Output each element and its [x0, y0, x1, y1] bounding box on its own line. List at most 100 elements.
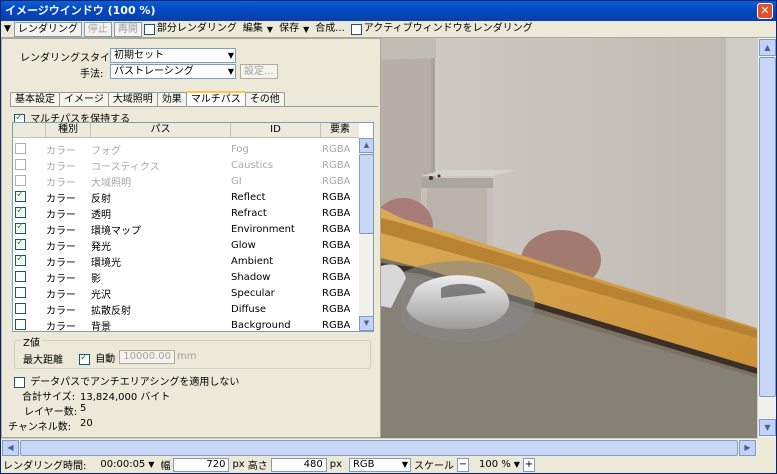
method-dropdown-icon: ▼ — [227, 67, 234, 76]
partial-render-checkbox[interactable] — [143, 23, 155, 35]
row-checkbox[interactable] — [15, 271, 26, 283]
settings-button[interactable]: 設定... — [240, 64, 278, 79]
method-select[interactable]: パストレーシング ▼ — [110, 64, 236, 79]
settings-tabs: 基本設定 イメージ 大域照明 効果 マルチパス その他 — [10, 91, 285, 107]
width-unit: px — [232, 459, 245, 470]
style-select[interactable]: 初期セット ▼ — [110, 48, 236, 63]
scroll-right-button[interactable]: ▶ — [739, 440, 756, 456]
color-mode-select[interactable]: RGB ▼ — [348, 457, 411, 472]
edit-dropdown-icon[interactable]: ▼ — [267, 25, 273, 34]
row-pass: コースティクス — [91, 161, 160, 173]
edit-menu[interactable]: 編集 — [240, 21, 266, 37]
scroll-right-icon: ▶ — [744, 443, 751, 452]
row-type: カラー — [46, 209, 76, 221]
row-checkbox[interactable] — [15, 189, 26, 203]
compose-button[interactable]: 合成... — [312, 21, 348, 37]
row-element: RGBA — [322, 191, 351, 203]
zoom-dropdown-icon[interactable]: ▼ — [514, 460, 520, 469]
table-row[interactable]: カラー フォグ Fog RGBA — [13, 141, 359, 157]
width-input[interactable]: 720 — [173, 457, 230, 472]
table-row[interactable]: カラー 拡散反射 Diffuse RGBA — [13, 301, 359, 317]
row-checkbox[interactable] — [15, 253, 26, 267]
auto-checkbox[interactable] — [79, 352, 90, 365]
row-checkbox[interactable] — [15, 303, 26, 315]
channels-label: チャンネル数: — [8, 422, 72, 433]
row-id: GI — [231, 175, 242, 187]
row-checkbox[interactable] — [15, 287, 26, 299]
scale-label: スケール — [413, 461, 454, 472]
tab-other[interactable]: その他 — [244, 92, 285, 107]
column-check — [13, 123, 46, 137]
row-checkbox[interactable] — [15, 221, 26, 235]
scroll-up-button[interactable]: ▲ — [759, 39, 776, 56]
table-row[interactable]: カラー 背景 Background RGBA — [13, 317, 359, 331]
close-button[interactable]: ✕ — [757, 3, 773, 19]
render-button[interactable]: レンダリング — [13, 21, 82, 37]
row-checkbox[interactable] — [15, 159, 26, 171]
render-time-dropdown-icon[interactable]: ▼ — [148, 460, 154, 469]
table-row[interactable]: カラー 発光 Glow RGBA — [13, 237, 359, 253]
channels-value: 20 — [80, 418, 93, 429]
table-row[interactable]: カラー 反射 Reflect RGBA — [13, 189, 359, 205]
height-input[interactable]: 480 — [270, 457, 327, 472]
antialias-row: データパスでアンチエリアシングを適用しない — [14, 373, 239, 388]
column-id[interactable]: ID — [231, 123, 321, 137]
row-checkbox[interactable] — [15, 319, 26, 331]
resume-button[interactable]: 再開 — [113, 21, 142, 37]
render-viewport[interactable] — [381, 38, 757, 438]
column-type[interactable]: 種別 — [46, 123, 91, 137]
scroll-down-button[interactable]: ▼ — [759, 419, 776, 436]
table-row[interactable]: カラー 環境マップ Environment RGBA — [13, 221, 359, 237]
antialias-checkbox[interactable] — [14, 376, 25, 388]
viewport-horizontal-scrollbar[interactable]: ◀ ▶ — [1, 438, 757, 456]
menu-dropdown-icon[interactable]: ▼ — [1, 21, 14, 37]
render-settings-panel: レンダリングスタイル: 初期セット ▼ 手法: パストレーシング ▼ 設定...… — [1, 38, 381, 438]
table-scrollbar[interactable]: ▲ ▼ — [359, 138, 373, 331]
column-element[interactable]: 要素 — [321, 123, 359, 137]
row-element: RGBA — [322, 143, 351, 155]
row-pass: フォグ — [91, 145, 121, 157]
active-window-render-checkbox[interactable] — [350, 23, 362, 35]
viewport-vertical-scrollbar[interactable]: ▲ ▼ — [757, 38, 776, 438]
save-dropdown-icon[interactable]: ▼ — [303, 25, 309, 34]
tab-effects[interactable]: 効果 — [156, 92, 187, 107]
row-type: カラー — [46, 225, 76, 237]
row-checkbox[interactable] — [15, 237, 26, 251]
row-id: Shadow — [231, 271, 271, 283]
tab-global-illumination[interactable]: 大域照明 — [107, 92, 158, 107]
row-checkbox[interactable] — [15, 143, 26, 155]
tab-multipass[interactable]: マルチパス — [185, 91, 246, 107]
row-pass: 影 — [91, 273, 101, 285]
column-pass[interactable]: パス — [91, 123, 231, 137]
table-header: 種別 パス ID 要素 — [13, 123, 359, 138]
height-unit: px — [329, 459, 342, 470]
tab-image[interactable]: イメージ — [59, 92, 109, 107]
tab-basic[interactable]: 基本設定 — [10, 92, 60, 107]
scroll-down-icon: ▼ — [764, 423, 771, 432]
row-checkbox[interactable] — [15, 205, 26, 219]
row-checkbox[interactable] — [15, 175, 26, 187]
save-menu[interactable]: 保存 — [276, 21, 302, 37]
stop-button[interactable]: 停止 — [83, 21, 112, 37]
title-bar[interactable]: イメージウインドウ (100 %) ✕ — [1, 1, 776, 21]
scroll-left-button[interactable]: ◀ — [2, 440, 19, 456]
table-row[interactable]: カラー 大域照明 GI RGBA — [13, 173, 359, 189]
scale-minus-button[interactable]: − — [456, 457, 469, 472]
scroll-thumb-vertical[interactable] — [759, 57, 776, 397]
row-type: カラー — [46, 145, 76, 157]
scroll-thumb-horizontal[interactable] — [20, 440, 738, 456]
image-window: イメージウインドウ (100 %) ✕ ▼ レンダリング 停止 再開 部分レンダ… — [0, 0, 777, 474]
table-row[interactable]: カラー 透明 Refract RGBA — [13, 205, 359, 221]
table-scroll-up-button[interactable]: ▲ — [359, 138, 373, 153]
row-element: RGBA — [322, 239, 351, 251]
table-row[interactable]: カラー 影 Shadow RGBA — [13, 269, 359, 285]
max-distance-input[interactable]: 10000.00 — [119, 350, 175, 364]
table-row[interactable]: カラー 環境光 Ambient RGBA — [13, 253, 359, 269]
table-scroll-down-button[interactable]: ▼ — [359, 316, 373, 331]
table-row[interactable]: カラー コースティクス Caustics RGBA — [13, 157, 359, 173]
auto-row: 自動 — [79, 350, 115, 365]
scale-plus-button[interactable]: + — [522, 457, 535, 472]
table-row[interactable]: カラー 光沢 Specular RGBA — [13, 285, 359, 301]
table-scroll-thumb[interactable] — [359, 154, 373, 234]
scroll-up-icon: ▲ — [764, 43, 771, 52]
